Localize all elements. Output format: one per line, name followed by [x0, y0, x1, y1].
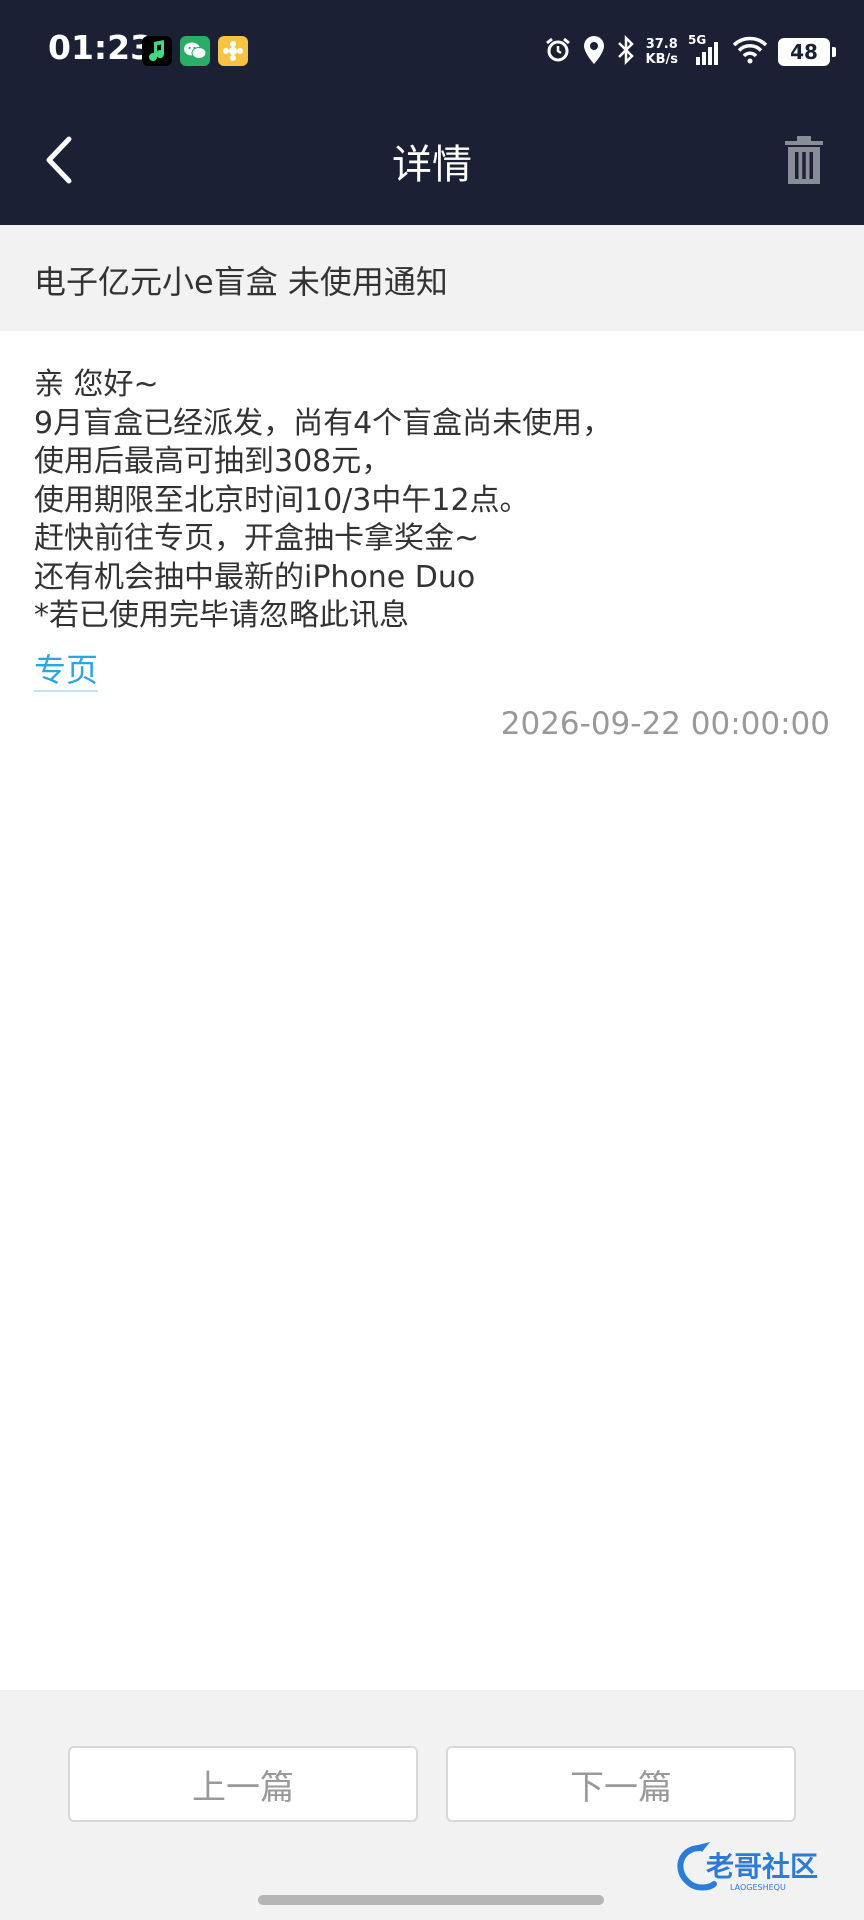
battery-icon: 48	[778, 38, 836, 66]
message-line: 还有机会抽中最新的iPhone Duo	[34, 559, 476, 595]
trash-icon	[785, 136, 823, 184]
watermark-logo: 老哥社区 LAOGESHEQU	[670, 1840, 850, 1896]
location-icon	[582, 35, 606, 69]
watermark-subtext: LAOGESHEQU	[730, 1883, 786, 1892]
photo-app-icon	[218, 36, 248, 66]
next-article-button[interactable]: 下一篇	[446, 1746, 796, 1822]
page-title: 详情	[392, 142, 472, 188]
status-time: 01:23	[48, 28, 154, 67]
alarm-icon	[544, 36, 572, 68]
network-speed: 37.8 KB/s	[645, 37, 678, 67]
top-bar: 01:23 37.8 KB/s 5G 48 详情	[0, 0, 864, 225]
header: 详情	[0, 100, 864, 225]
status-indicators: 37.8 KB/s 5G 48	[544, 30, 836, 74]
message-line: 9月盲盒已经派发，尚有4个盲盒尚未使用，	[34, 405, 613, 441]
bottom-navigation: 上一篇 下一篇 老哥社区 LAOGESHEQU	[0, 1690, 864, 1920]
special-page-link[interactable]: 专页	[34, 650, 99, 692]
message-line: 使用期限至北京时间10/3中午12点。	[34, 482, 530, 518]
music-app-icon	[142, 36, 172, 66]
previous-article-button[interactable]: 上一篇	[68, 1746, 418, 1822]
watermark-text: 老哥社区	[706, 1850, 818, 1883]
message-subject-band: 电子亿元小e盲盒 未使用通知	[0, 225, 864, 331]
delete-button[interactable]	[774, 130, 834, 190]
wechat-icon	[180, 36, 210, 66]
message-line: *若已使用完毕请忽略此讯息	[34, 598, 409, 633]
message-line: 赶快前往专页，开盒抽卡拿奖金~	[34, 521, 480, 556]
message-line: 亲 您好~	[34, 367, 159, 402]
home-indicator[interactable]	[258, 1895, 604, 1905]
message-timestamp: 2026-09-22 00:00:00	[500, 706, 830, 742]
message-line: 使用后最高可抽到308元，	[34, 444, 392, 479]
signal-icon: 5G	[688, 33, 722, 67]
bluetooth-icon	[616, 34, 636, 69]
status-bar: 01:23 37.8 KB/s 5G 48	[0, 0, 864, 100]
wifi-icon	[732, 36, 768, 68]
message-body: 亲 您好~ 9月盲盒已经派发，尚有4个盲盒尚未使用， 使用后最高可抽到308元，…	[34, 366, 834, 692]
message-subject: 电子亿元小e盲盒 未使用通知	[34, 263, 448, 301]
